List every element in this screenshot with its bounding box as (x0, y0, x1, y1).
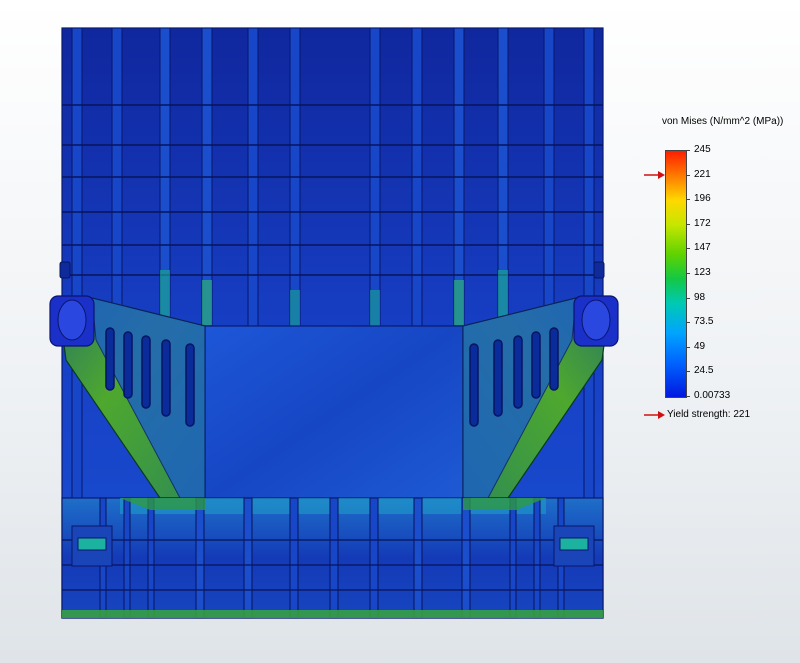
right-arrow-icon (644, 171, 665, 179)
left-boss (49, 295, 95, 347)
colorbar-tick-label: 147 (694, 242, 711, 254)
colorbar-tick-mark (686, 223, 690, 225)
colorbar-tick-mark (686, 199, 690, 201)
right-boss (573, 295, 619, 347)
colorbar-tick-label: 221 (694, 168, 711, 180)
right-arrow-icon (644, 411, 665, 419)
colorbar-tick-label: 73.5 (694, 316, 714, 328)
stress-colorbar (665, 150, 687, 398)
left-lug (59, 261, 71, 279)
colorbar-tick-mark (686, 322, 690, 324)
right-clamp-fixture (553, 525, 595, 567)
colorbar-tick-mark (686, 297, 690, 299)
yield-strength-label: Yield strength: 221 (667, 409, 751, 420)
colorbar-tick-mark (686, 396, 690, 397)
colorbar-tick-label: 245 (694, 144, 711, 155)
colorbar-tick-label: 172 (694, 217, 711, 229)
colorbar-tick-label: 24.5 (694, 365, 714, 377)
left-clamp-fixture (71, 525, 113, 567)
legend-title: von Mises (N/mm^2 (MPa)) (662, 116, 784, 127)
colorbar-tick-label: 98 (694, 291, 706, 303)
colorbar-tick-mark (686, 346, 690, 348)
right-lug (593, 261, 605, 279)
graphics-viewport[interactable]: von Mises (N/mm^2 (MPa)) 245 221 196 172 147… (0, 0, 800, 663)
center-panel (204, 325, 464, 501)
bottom-edge (62, 610, 603, 618)
colorbar-tick-label: 196 (694, 193, 711, 205)
colorbar-tick-mark (686, 273, 690, 274)
colorbar-tick-label: 49 (694, 340, 706, 352)
colorbar-tick-mark (686, 371, 690, 373)
colorbar-tick-mark (686, 150, 690, 151)
colorbar-tick-mark (686, 174, 690, 176)
colorbar-tick-label: 123 (694, 267, 711, 278)
colorbar-tick-mark (686, 248, 690, 250)
colorbar-tick-label: 0.00733 (694, 390, 731, 401)
